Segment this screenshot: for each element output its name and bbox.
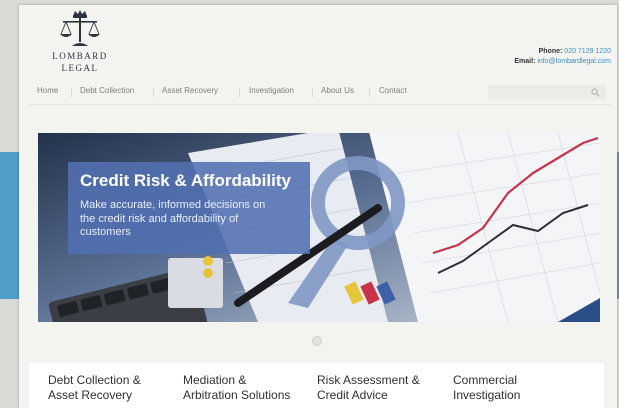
page-container: LOMBARD LEGAL Phone: 020 7129 1220 Email… <box>19 5 617 408</box>
nav-home[interactable]: Home <box>37 86 58 95</box>
service-title-line2: Credit Advice <box>317 388 388 402</box>
hero-title: Credit Risk & Affordability <box>80 171 291 190</box>
service-title-line1: Risk Assessment & <box>317 373 420 387</box>
nav-contact[interactable]: Contact <box>379 86 407 95</box>
service-title-line1: Mediation & <box>183 373 247 387</box>
nav-debt-collection[interactable]: Debt Collection <box>80 86 134 95</box>
service-title-line1: Debt Collection & <box>48 373 141 387</box>
hero-slider[interactable]: Credit Risk & Affordability Make accurat… <box>38 133 600 322</box>
service-mediation[interactable]: Mediation & Arbitration Solutions <box>183 373 290 403</box>
service-risk-assessment[interactable]: Risk Assessment & Credit Advice <box>317 373 420 403</box>
nav-separator <box>369 88 370 97</box>
service-title-line2: Asset Recovery <box>48 388 133 402</box>
nav-separator <box>312 88 313 97</box>
service-title-line2: Arbitration Solutions <box>183 388 291 402</box>
nav-separator <box>153 88 154 97</box>
service-commercial-investigation[interactable]: Commercial Investigation <box>453 373 520 403</box>
service-title-line2: Investigation <box>453 388 521 402</box>
nav-separator <box>239 88 240 97</box>
email-link[interactable]: info@lombardlegal.com <box>537 58 611 65</box>
search-input[interactable] <box>488 85 606 100</box>
contact-info: Phone: 020 7129 1220 Email: info@lombard… <box>514 47 611 67</box>
brand-name-line2: LEGAL <box>61 63 99 73</box>
phone-label: Phone: <box>538 48 563 55</box>
phone-number[interactable]: 020 7129 1220 <box>564 48 611 55</box>
hero-caption: Credit Risk & Affordability Make accurat… <box>68 162 310 254</box>
email-label: Email: <box>514 58 536 65</box>
main-navigation: Home Debt Collection Asset Recovery Inve… <box>29 80 611 105</box>
logo[interactable]: LOMBARD LEGAL <box>49 9 111 73</box>
slider-dot[interactable] <box>312 336 322 346</box>
scales-of-justice-icon <box>60 10 100 46</box>
search-icon[interactable] <box>591 88 600 97</box>
brand-name-line1: LOMBARD <box>52 51 108 61</box>
nav-about-us[interactable]: About Us <box>321 86 354 95</box>
nav-investigation[interactable]: Investigation <box>249 86 294 95</box>
nav-separator <box>71 88 72 97</box>
nav-asset-recovery[interactable]: Asset Recovery <box>162 86 218 95</box>
service-debt-collection[interactable]: Debt Collection & Asset Recovery <box>48 373 141 403</box>
hero-description: Make accurate, informed decisions on the… <box>80 199 266 238</box>
service-title-line1: Commercial <box>453 373 518 387</box>
services-bar: Debt Collection & Asset Recovery Mediati… <box>29 363 604 408</box>
